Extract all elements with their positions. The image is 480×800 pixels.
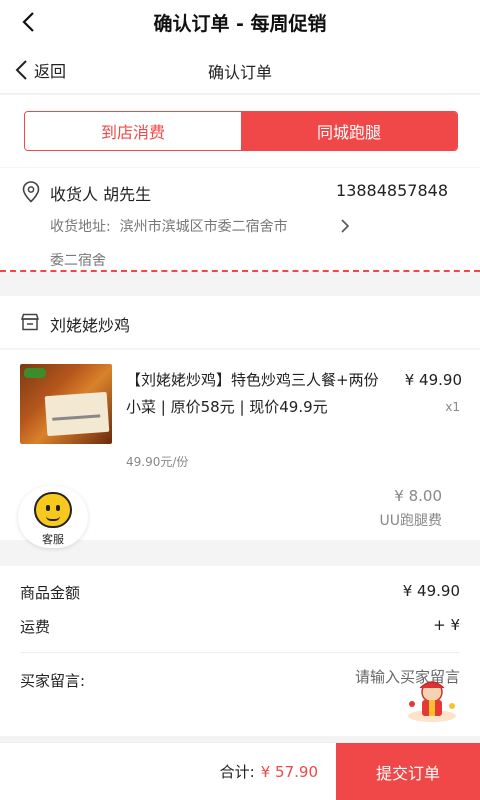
address-text: 收货地址: 滨州市滨城区市委二宿舍市 委二宿舍 [50, 210, 330, 278]
shop-header: 刘姥姥炒鸡 [0, 296, 480, 348]
item-image [20, 364, 112, 444]
shipping-row: 运费 + ¥ [20, 616, 460, 637]
shop-icon [20, 313, 40, 331]
food-menu-line [52, 414, 101, 421]
food-menu-card [44, 391, 110, 437]
total-amount: ¥ 57.90 [260, 763, 318, 781]
shipping-value: + ¥ [433, 616, 460, 634]
item-title: 【刘姥姥炒鸡】特色炒鸡三人餐+两份小菜 | 原价58元 | 现价49.9元 [126, 371, 379, 416]
cs-mouth [46, 516, 60, 521]
chevron-right-icon [341, 219, 350, 233]
tab-section: 到店消费 同城跑腿 [0, 95, 480, 167]
address-line: 滨州市滨城区市委二宿舍市 [119, 219, 288, 235]
cs-eye-left [46, 505, 50, 511]
shipping-label: 运费 [20, 618, 51, 636]
goods-amount-value: ¥ 49.90 [402, 582, 460, 600]
recipient-phone: 13884857848 [336, 181, 448, 200]
submit-order-button[interactable]: 提交订单 [336, 743, 480, 800]
customer-service-icon [34, 492, 72, 528]
page-title: 确认订单 - 每周促销 [153, 13, 327, 35]
address-label: 收货地址: [50, 219, 111, 235]
delivery-fee-value: ¥ 8.00 [394, 487, 442, 505]
order-total: 合计: ¥ 57.90 [220, 761, 318, 782]
order-summary: 商品金额 ¥ 49.90 运费 + ¥ 买家留言: [0, 566, 480, 736]
customer-service-label: 客服 [42, 533, 64, 546]
bottom-bar: 合计: ¥ 57.90 提交订单 [0, 742, 480, 800]
nav-bar: 返回 确认订单 [0, 44, 480, 94]
address-card[interactable]: 收货人 胡先生 13884857848 收货地址: 滨州市滨城区市委二宿舍市 委… [0, 168, 480, 272]
tab-bar: 到店消费 同城跑腿 [24, 111, 458, 151]
total-label: 合计: [219, 763, 255, 781]
recipient-name: 收货人 胡先生 [50, 185, 152, 204]
shop-name: 刘姥姥炒鸡 [50, 316, 131, 335]
goods-amount-row: 商品金额 ¥ 49.90 [20, 582, 460, 603]
nav-title: 确认订单 [207, 63, 272, 82]
item-price: ¥ 49.90 [404, 371, 462, 389]
food-garnish [24, 368, 46, 378]
top-bar: 确认订单 - 每周促销 [0, 0, 480, 44]
delivery-fee-label: UU跑腿费 [379, 513, 443, 529]
item-quantity: x1 [445, 400, 460, 414]
tab-in-store[interactable]: 到店消费 [25, 112, 241, 150]
buyer-note-label: 买家留言: [20, 672, 86, 690]
customer-service-button[interactable]: 客服 [18, 486, 88, 548]
address-divider [0, 270, 480, 272]
tab-delivery[interactable]: 同城跑腿 [241, 112, 457, 150]
order-item: 【刘姥姥炒鸡】特色炒鸡三人餐+两份小菜 | 原价58元 | 现价49.9元 49… [0, 350, 480, 472]
cs-eye-right [56, 505, 60, 511]
gift-icon[interactable] [404, 678, 460, 724]
address-line-cont: 委二宿舍 [50, 253, 106, 269]
goods-amount-label: 商品金额 [20, 584, 81, 602]
item-unit-price: 49.90元/份 [126, 455, 189, 469]
summary-divider [20, 652, 460, 653]
location-pin-icon [22, 181, 40, 203]
